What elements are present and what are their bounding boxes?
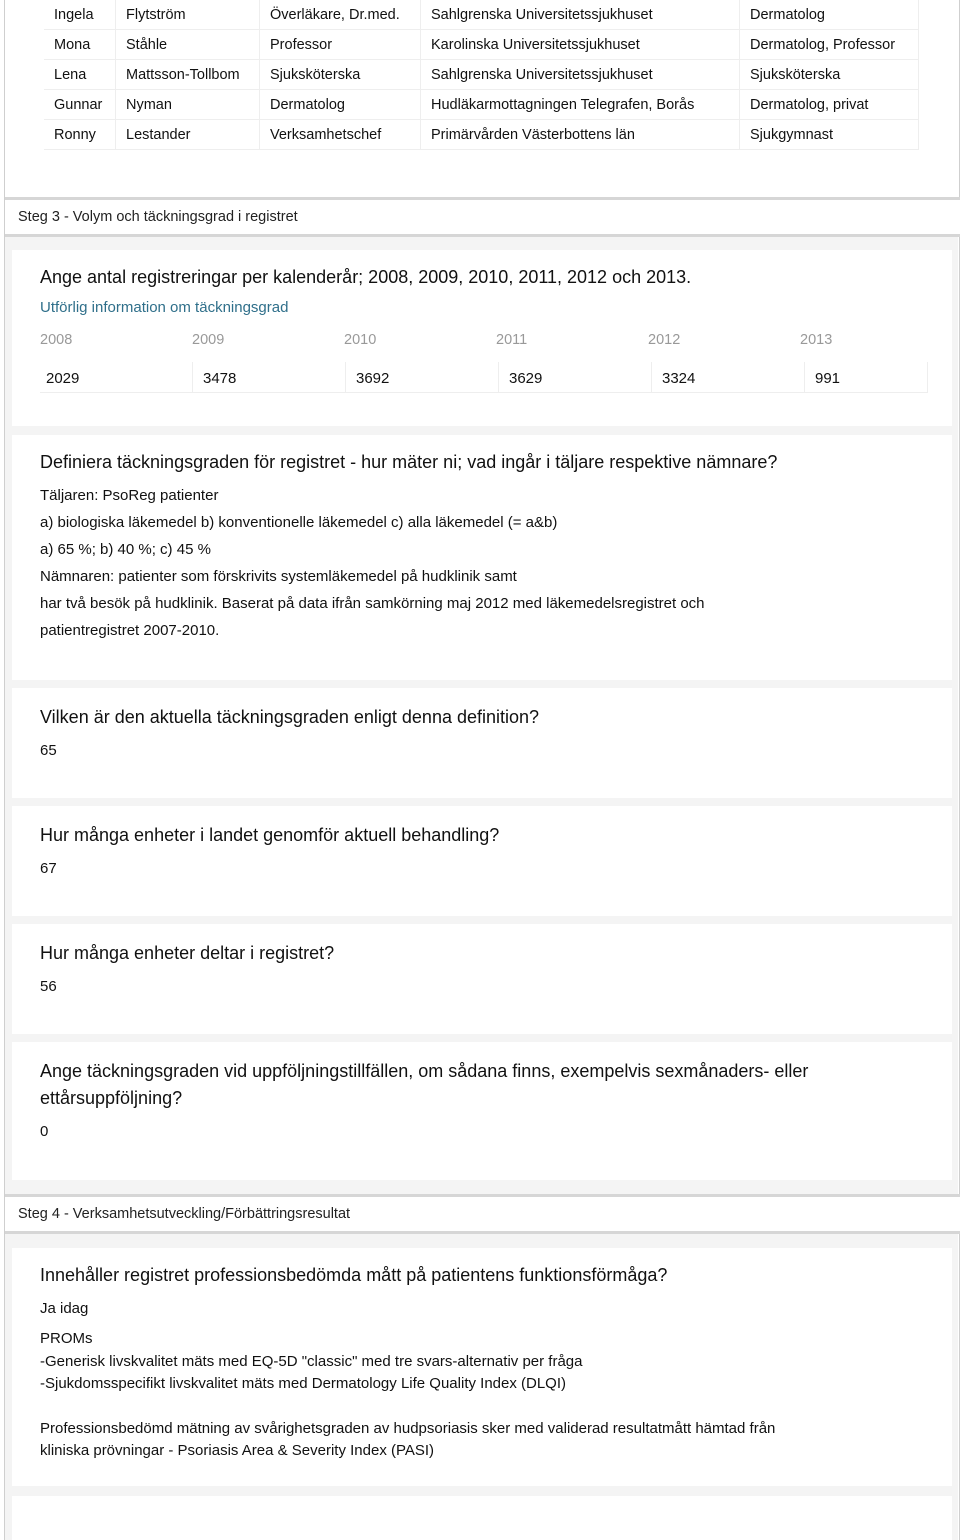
- answer-line: a) biologiska läkemedel b) konventionell…: [40, 514, 558, 531]
- year-label: 2009: [192, 332, 225, 348]
- pasi-block: Professionsbedömd mätning av svårighetsg…: [40, 1418, 952, 1463]
- definition-card: Definiera täckningsgraden för registret …: [12, 435, 952, 680]
- definition-question: Definiera täckningsgraden för registret …: [40, 452, 778, 472]
- first-name-cell: Ronny: [44, 119, 116, 150]
- profession-cell: Sjukgymnast: [739, 119, 919, 150]
- title-cell: Sjuksköterska: [259, 59, 421, 90]
- function-measures-card: Innehåller registret professionsbedömda …: [12, 1248, 952, 1486]
- units-registry-question: Hur många enheter deltar i registret?: [40, 943, 335, 963]
- title-cell: Verksamhetschef: [259, 119, 421, 150]
- step4-header: Steg 4 - Verksamhetsutveckling/Förbättri…: [5, 1194, 960, 1234]
- pasi-line: kliniska prövningar - Psoriasis Area & S…: [40, 1442, 435, 1459]
- last-name-cell: Flytström: [115, 0, 260, 30]
- staff-row: Ingela Flytström Överläkare, Dr.med. Sahlgr…: [44, 0, 919, 30]
- step3-header: Steg 3 - Volym och täckningsgrad i regis…: [5, 197, 960, 237]
- workplace-cell: Karolinska Universitetssjukhuset: [420, 29, 740, 60]
- coverage-info-link[interactable]: Utförlig information om täckningsgrad: [40, 299, 952, 316]
- year-labels: 2008 2009 2010 2011 2012 2013: [40, 332, 952, 348]
- last-name-cell: Mattsson-Tollbom: [115, 59, 260, 90]
- year-label: 2010: [344, 332, 377, 348]
- workplace-cell: Sahlgrenska Universitetssjukhuset: [420, 59, 740, 90]
- profession-cell: Dermatolog: [739, 0, 919, 30]
- staff-table: Ingela Flytström Överläkare, Dr.med. Sahlgr…: [44, 0, 919, 150]
- staff-row: Ronny Lestander Verksamhetschef Primärvårde…: [44, 119, 919, 150]
- year-label: 2008: [40, 332, 73, 348]
- year-label: 2012: [648, 332, 681, 348]
- proms-line: PROMs: [40, 1330, 93, 1347]
- staff-row: Gunnar Nyman Dermatolog Hudläkarmottagninge…: [44, 89, 919, 120]
- definition-answer: Täljaren: PsoReg patienter a) biologiska…: [40, 482, 952, 644]
- answer-line: Nämnaren: patienter som förskrivits syst…: [40, 568, 517, 585]
- year-values: 2029 3478 3692 3629 3324 991: [40, 362, 952, 393]
- registration-count: 3692: [346, 362, 499, 393]
- workplace-cell: Primärvården Västerbottens län: [420, 119, 740, 150]
- function-measures-question: Innehåller registret professionsbedömda …: [40, 1265, 668, 1285]
- followup-question-line1: Ange täckningsgraden vid uppföljningstil…: [40, 1061, 809, 1081]
- year-label: 2013: [800, 332, 833, 348]
- answer-line: Täljaren: PsoReg patienter: [40, 487, 219, 504]
- followup-card: Ange täckningsgraden vid uppföljningstil…: [12, 1042, 952, 1180]
- units-treatment-question: Hur många enheter i landet genomför aktu…: [40, 825, 500, 845]
- profession-cell: Sjuksköterska: [739, 59, 919, 90]
- registration-count: 3629: [499, 362, 652, 393]
- first-name-cell: Lena: [44, 59, 116, 90]
- proms-line: -Sjukdomsspecifikt livskvalitet mäts med…: [40, 1375, 567, 1392]
- proms-block: PROMs -Generisk livskvalitet mäts med EQ…: [40, 1328, 952, 1396]
- first-name-cell: Mona: [44, 29, 116, 60]
- units-registry-answer: 56: [40, 978, 57, 995]
- current-coverage-card: Vilken är den aktuella täckningsgraden e…: [12, 688, 952, 798]
- registration-count: 2029: [40, 362, 193, 393]
- title-cell: Dermatolog: [259, 89, 421, 120]
- title-cell: Överläkare, Dr.med.: [259, 0, 421, 30]
- last-name-cell: Ståhle: [115, 29, 260, 60]
- current-coverage-answer: 65: [40, 742, 57, 759]
- units-treatment-answer: 67: [40, 860, 57, 877]
- units-registry-card: Hur många enheter deltar i registret? 56: [12, 924, 952, 1034]
- workplace-cell: Sahlgrenska Universitetssjukhuset: [420, 0, 740, 30]
- proms-line: -Generisk livskvalitet mäts med EQ-5D "c…: [40, 1352, 583, 1370]
- last-name-cell: Lestander: [115, 119, 260, 150]
- function-measures-answer: Ja idag: [40, 1300, 89, 1317]
- registrations-card: Ange antal registreringar per kalenderår…: [12, 250, 952, 426]
- registration-count: 3478: [193, 362, 346, 393]
- title-cell: Professor: [259, 29, 421, 60]
- last-name-cell: Nyman: [115, 89, 260, 120]
- answer-line: har två besök på hudklinik. Baserat på d…: [40, 595, 705, 612]
- answer-line: a) 65 %; b) 40 %; c) 45 %: [40, 541, 211, 558]
- followup-question-line2: ettårsuppföljning?: [40, 1088, 183, 1108]
- first-name-cell: Ingela: [44, 0, 116, 30]
- staff-row: Lena Mattsson-Tollbom Sjuksköterska Sahlgre…: [44, 59, 919, 90]
- first-name-cell: Gunnar: [44, 89, 116, 120]
- current-coverage-question: Vilken är den aktuella täckningsgraden e…: [40, 707, 540, 727]
- pasi-line: Professionsbedömd mätning av svårighetsg…: [40, 1419, 776, 1437]
- units-treatment-card: Hur många enheter i landet genomför aktu…: [12, 806, 952, 916]
- next-card: [12, 1496, 952, 1540]
- year-label: 2011: [496, 332, 528, 348]
- profession-cell: Dermatolog, Professor: [739, 29, 919, 60]
- staff-row: Mona Ståhle Professor Karolinska Universite…: [44, 29, 919, 60]
- workplace-cell: Hudläkarmottagningen Telegrafen, Borås: [420, 89, 740, 120]
- registration-count: 3324: [652, 362, 805, 393]
- answer-line: patientregistret 2007-2010.: [40, 622, 220, 639]
- followup-answer: 0: [40, 1123, 49, 1140]
- profession-cell: Dermatolog, privat: [739, 89, 919, 120]
- registration-count: 991: [805, 362, 928, 393]
- registrations-question: Ange antal registreringar per kalenderår…: [40, 267, 692, 287]
